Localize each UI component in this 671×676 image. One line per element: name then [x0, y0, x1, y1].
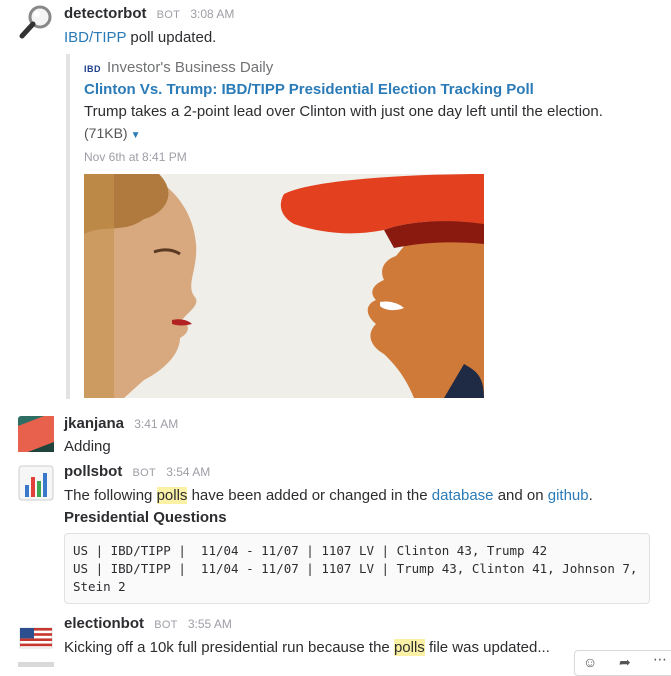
attachment-image[interactable]: [84, 174, 484, 398]
magnifying-glass-icon[interactable]: [18, 4, 54, 40]
more-actions-icon[interactable]: ⋯: [653, 651, 667, 668]
attachment-size[interactable]: (71KB) ▼: [84, 125, 140, 141]
search-highlight: polls: [156, 487, 188, 504]
caret-down-icon[interactable]: ▼: [131, 130, 141, 141]
next-message-avatar: [18, 662, 54, 667]
attachment-source: IBD Investor's Business Daily: [84, 59, 273, 76]
bot-badge: BOT: [132, 467, 157, 479]
sender-name[interactable]: detectorbot: [64, 5, 147, 22]
timestamp[interactable]: 3:41 AM: [134, 417, 178, 431]
ibd-tipp-link[interactable]: IBD/TIPP: [64, 29, 126, 46]
code-block: US | IBD/TIPP | 11/04 - 11/07 | 1107 LV …: [64, 533, 650, 604]
message-text: The following polls have been added or c…: [64, 487, 593, 504]
message-jkanjana: jkanjana 3:41 AM Adding: [0, 414, 671, 460]
link-attachment: IBD Investor's Business Daily Clinton Vs.…: [66, 54, 630, 399]
size-label: (71KB): [84, 125, 128, 141]
share-icon[interactable]: ➦: [619, 654, 631, 671]
timestamp[interactable]: 3:54 AM: [166, 465, 210, 479]
message-actions-bar: ☺ ➦ ⋯: [574, 650, 671, 676]
bot-badge: BOT: [154, 619, 178, 631]
sender-name[interactable]: pollsbot: [64, 463, 122, 480]
attachment-date: Nov 6th at 8:41 PM: [84, 150, 187, 164]
database-link[interactable]: database: [432, 487, 494, 504]
attachment-description: Trump takes a 2-point lead over Clinton …: [84, 103, 603, 120]
source-name: Investor's Business Daily: [107, 59, 274, 76]
code-line: US | IBD/TIPP | 11/04 - 11/07 | 1107 LV …: [73, 561, 638, 576]
ibd-favicon-icon: IBD: [84, 64, 101, 74]
message-text: Adding: [64, 438, 111, 455]
section-heading: Presidential Questions: [64, 509, 227, 526]
message-detectorbot: detectorbot BOT 3:08 AM IBD/TIPP poll up…: [0, 0, 671, 400]
message-electionbot: electionbot BOT 3:55 AM Kicking off a 10…: [0, 614, 671, 664]
us-flag-icon[interactable]: [18, 620, 54, 656]
avatar[interactable]: [18, 416, 54, 452]
github-link[interactable]: github: [548, 487, 589, 504]
code-line: Stein 2: [73, 579, 126, 594]
search-highlight: polls: [393, 639, 425, 656]
bar-chart-icon[interactable]: [18, 465, 54, 501]
bot-badge: BOT: [156, 9, 181, 21]
code-line: US | IBD/TIPP | 11/04 - 11/07 | 1107 LV …: [73, 543, 548, 558]
timestamp[interactable]: 3:55 AM: [188, 617, 232, 631]
add-reaction-icon[interactable]: ☺: [583, 654, 597, 670]
message-text: poll updated.: [126, 29, 217, 46]
sender-name[interactable]: jkanjana: [64, 415, 124, 432]
timestamp[interactable]: 3:08 AM: [190, 7, 234, 21]
sender-name[interactable]: electionbot: [64, 615, 144, 632]
attachment-title-link[interactable]: Clinton Vs. Trump: IBD/TIPP Presidential…: [84, 81, 534, 98]
